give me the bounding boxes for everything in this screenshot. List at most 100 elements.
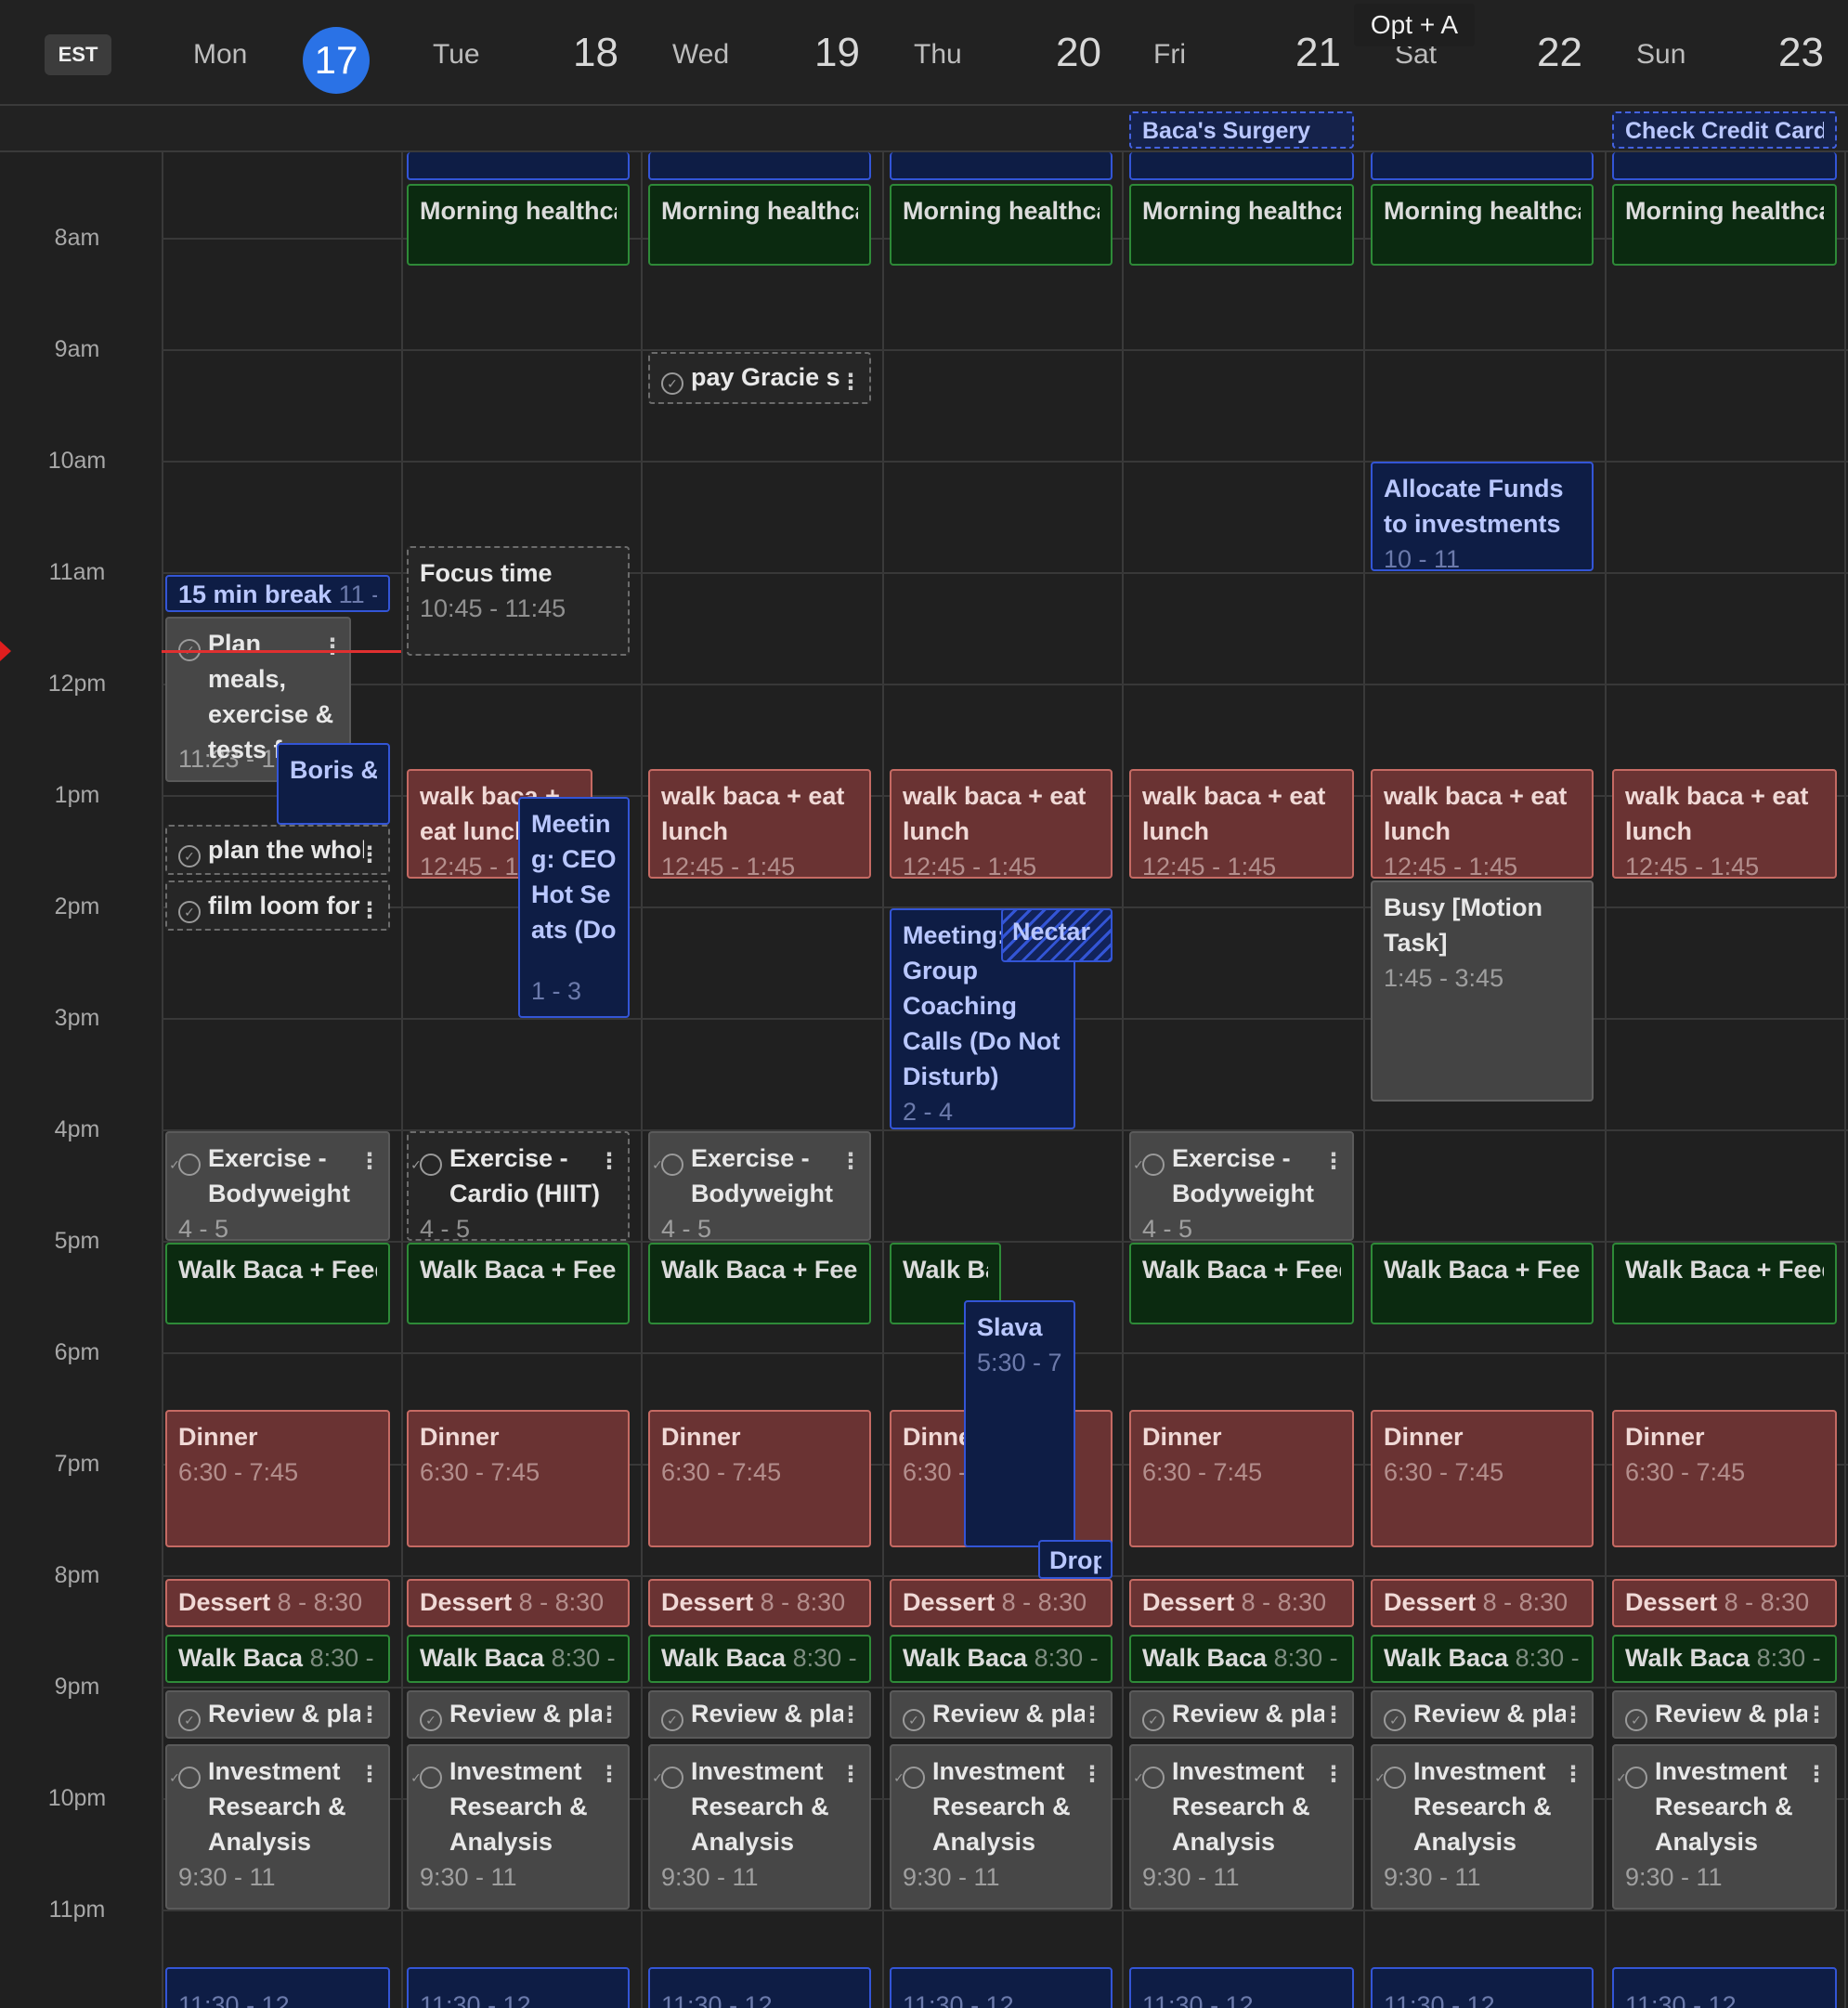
task-investment-research[interactable]: ✓ Investment Research & Analysis 9:30 - 1…: [165, 1744, 390, 1910]
event-walk-lunch[interactable]: walk baca + eat lunch 12:45 - 1:45: [648, 769, 871, 879]
task-investment-research[interactable]: ✓ Investment Research & Analysis 9:30 - 1…: [648, 1744, 871, 1910]
task-exercise[interactable]: ✓ Exercise - Bodyweight 4 - 5 ⋮: [648, 1131, 871, 1241]
event-dessert[interactable]: Dessert 8 - 8:30: [648, 1579, 871, 1627]
more-options-icon[interactable]: ⋮: [1322, 1144, 1345, 1180]
event-walk-feed[interactable]: Walk Baca + Feed: [407, 1243, 630, 1324]
more-options-icon[interactable]: ⋮: [321, 630, 344, 665]
more-options-icon[interactable]: ⋮: [598, 1757, 620, 1793]
more-options-icon[interactable]: ⋮: [358, 893, 381, 929]
day-header-thu[interactable]: Thu 20: [884, 0, 1124, 106]
event-morning-healthcare[interactable]: Morning healthcare: [648, 184, 871, 266]
task-check-icon[interactable]: ✓: [1625, 1709, 1647, 1731]
event-walk-baca[interactable]: Walk Baca 8:30 - 9: [1371, 1635, 1594, 1683]
day-header-tue[interactable]: Tue 18: [403, 0, 641, 106]
day-header-sun[interactable]: Sun 23: [1607, 0, 1846, 106]
event-morning-healthcare[interactable]: Morning healthcare: [890, 184, 1113, 266]
event-walk-baca[interactable]: Walk Baca 8:30 - 9: [1612, 1635, 1837, 1683]
task-check-icon[interactable]: ✓: [1142, 1709, 1165, 1731]
more-options-icon[interactable]: ⋮: [1805, 1698, 1828, 1733]
event-walk-feed[interactable]: Walk Baca + Feed: [1129, 1243, 1354, 1324]
all-day-event[interactable]: Check Credit Cards: [1612, 111, 1837, 149]
event-walk-baca[interactable]: Walk Baca 8:30 - 9: [165, 1635, 390, 1683]
event-meeting-ceo-hot-seats[interactable]: Meeting: CEO Hot Seats (Do 1 - 3: [518, 797, 630, 1018]
event-late-night[interactable]: 11:30 - 12: [890, 1967, 1113, 2008]
event-walk-baca[interactable]: Walk Baca 8:30 - 9: [1129, 1635, 1354, 1683]
event-walk-lunch[interactable]: walk baca + eat lunch 12:45 - 1:45: [1371, 769, 1594, 879]
more-options-icon[interactable]: ⋮: [598, 1698, 620, 1733]
task-review-plan[interactable]: ✓ Review & plan⋮: [407, 1690, 630, 1739]
more-options-icon[interactable]: ⋮: [358, 1698, 381, 1733]
event-late-night[interactable]: 11:30 - 12: [407, 1967, 630, 2008]
more-options-icon[interactable]: ⋮: [358, 1757, 381, 1793]
task-investment-research[interactable]: ✓ Investment Research & Analysis 9:30 - 1…: [407, 1744, 630, 1910]
task-investment-research[interactable]: ✓ Investment Research & Analysis 9:30 - 1…: [1612, 1744, 1837, 1910]
more-options-icon[interactable]: ⋮: [1081, 1757, 1103, 1793]
task-check-icon[interactable]: ✓: [903, 1709, 925, 1731]
time-grid[interactable]: 8am 9am 10am 11am 12pm 1pm 2pm 3pm 4pm 5…: [0, 152, 1848, 2008]
event-stub[interactable]: [648, 152, 871, 180]
task-check-icon[interactable]: ✓: [1374, 1767, 1406, 1789]
task-check-icon[interactable]: ✓: [169, 1154, 201, 1176]
event-walk-baca[interactable]: Walk Baca 8:30 - 9: [890, 1635, 1113, 1683]
more-options-icon[interactable]: ⋮: [598, 1144, 620, 1180]
more-options-icon[interactable]: ⋮: [839, 1698, 862, 1733]
task-investment-research[interactable]: ✓ Investment Research & Analysis 9:30 - 1…: [1129, 1744, 1354, 1910]
task-exercise[interactable]: ✓ Exercise - Bodyweight 4 - 5 ⋮: [1129, 1131, 1354, 1241]
event-dinner[interactable]: Dinner 6:30 - 7:45: [407, 1410, 630, 1547]
task-review-plan[interactable]: ✓ Review & plan⋮: [165, 1690, 390, 1739]
day-header-mon[interactable]: Mon 17: [163, 0, 401, 106]
task-check-icon[interactable]: ✓: [661, 1709, 683, 1731]
event-late-night[interactable]: 11:30 - 12: [1129, 1967, 1354, 2008]
event-dinner[interactable]: Dinner 6:30 - 7:45: [1129, 1410, 1354, 1547]
event-walk-baca[interactable]: Walk Baca 8:30 - 9: [648, 1635, 871, 1683]
task-investment-research[interactable]: ✓ Investment Research & Analysis 9:30 - 1…: [890, 1744, 1113, 1910]
event-walk-feed[interactable]: Walk Baca + Feed: [648, 1243, 871, 1324]
more-options-icon[interactable]: ⋮: [839, 1757, 862, 1793]
event-dessert[interactable]: Dessert 8 - 8:30: [165, 1579, 390, 1627]
event-dessert[interactable]: Dessert 8 - 8:30: [1371, 1579, 1594, 1627]
task-check-icon[interactable]: ✓: [410, 1154, 442, 1176]
more-options-icon[interactable]: ⋮: [1805, 1757, 1828, 1793]
event-late-night[interactable]: 11:30 - 12: [165, 1967, 390, 2008]
event-morning-healthcare[interactable]: Morning healthcare: [1371, 184, 1594, 266]
event-late-night[interactable]: 11:30 - 12: [648, 1967, 871, 2008]
event-dinner[interactable]: Dinner 6:30 - 7:45: [1612, 1410, 1837, 1547]
task-check-icon[interactable]: ✓: [178, 901, 201, 923]
event-stub[interactable]: [890, 152, 1113, 180]
event-stub[interactable]: [1371, 152, 1594, 180]
more-options-icon[interactable]: ⋮: [839, 1144, 862, 1180]
task-exercise[interactable]: ✓ Exercise - Cardio (HIIT) 4 - 5 ⋮: [407, 1131, 630, 1241]
more-options-icon[interactable]: ⋮: [358, 838, 381, 873]
task-review-plan[interactable]: ✓ Review & plan⋮: [1612, 1690, 1837, 1739]
event-dinner[interactable]: Dinner 6:30 - 7:45: [1371, 1410, 1594, 1547]
task-check-icon[interactable]: ✓: [661, 372, 683, 395]
task-review-plan[interactable]: ✓ Review & plan⋮: [890, 1690, 1113, 1739]
timezone-badge[interactable]: EST: [45, 34, 111, 75]
event-dessert[interactable]: Dessert 8 - 8:30: [407, 1579, 630, 1627]
event-15-min-break[interactable]: 15 min break 11 -: [165, 575, 390, 612]
event-dinner[interactable]: Dinner 6:30 - 7:45: [648, 1410, 871, 1547]
event-late-night[interactable]: 11:30 - 12: [1371, 1967, 1594, 2008]
event-allocate-funds[interactable]: Allocate Funds to investments 10 - 11: [1371, 462, 1594, 571]
more-options-icon[interactable]: ⋮: [1562, 1757, 1584, 1793]
task-review-plan[interactable]: ✓ Review & plan⋮: [1371, 1690, 1594, 1739]
event-walk-lunch[interactable]: walk baca + eat lunch 12:45 - 1:45: [890, 769, 1113, 879]
more-options-icon[interactable]: ⋮: [839, 365, 862, 400]
event-drop[interactable]: Drop: [1038, 1540, 1113, 1579]
more-options-icon[interactable]: ⋮: [1322, 1757, 1345, 1793]
event-walk-feed[interactable]: Walk Baca + Feed: [1371, 1243, 1594, 1324]
event-walk-lunch[interactable]: walk baca + eat lunch 12:45 - 1:45: [1612, 769, 1837, 879]
event-dessert[interactable]: Dessert 8 - 8:30: [890, 1579, 1113, 1627]
event-stub[interactable]: [1612, 152, 1837, 180]
event-morning-healthcare[interactable]: Morning healthcare: [407, 184, 630, 266]
event-stub[interactable]: [1129, 152, 1354, 180]
task-check-icon[interactable]: ✓: [169, 1767, 201, 1789]
event-boris[interactable]: Boris &: [277, 743, 390, 825]
event-dessert[interactable]: Dessert 8 - 8:30: [1612, 1579, 1837, 1627]
event-walk-feed[interactable]: Walk Baca + Feed: [165, 1243, 390, 1324]
event-walk-lunch[interactable]: walk baca + eat lunch 12:45 - 1:45: [1129, 769, 1354, 879]
task-exercise[interactable]: ✓ Exercise - Bodyweight 4 - 5 ⋮: [165, 1131, 390, 1241]
task-review-plan[interactable]: ✓ Review & plan⋮: [648, 1690, 871, 1739]
task-check-icon[interactable]: ✓: [1133, 1767, 1165, 1789]
more-options-icon[interactable]: ⋮: [1081, 1698, 1103, 1733]
